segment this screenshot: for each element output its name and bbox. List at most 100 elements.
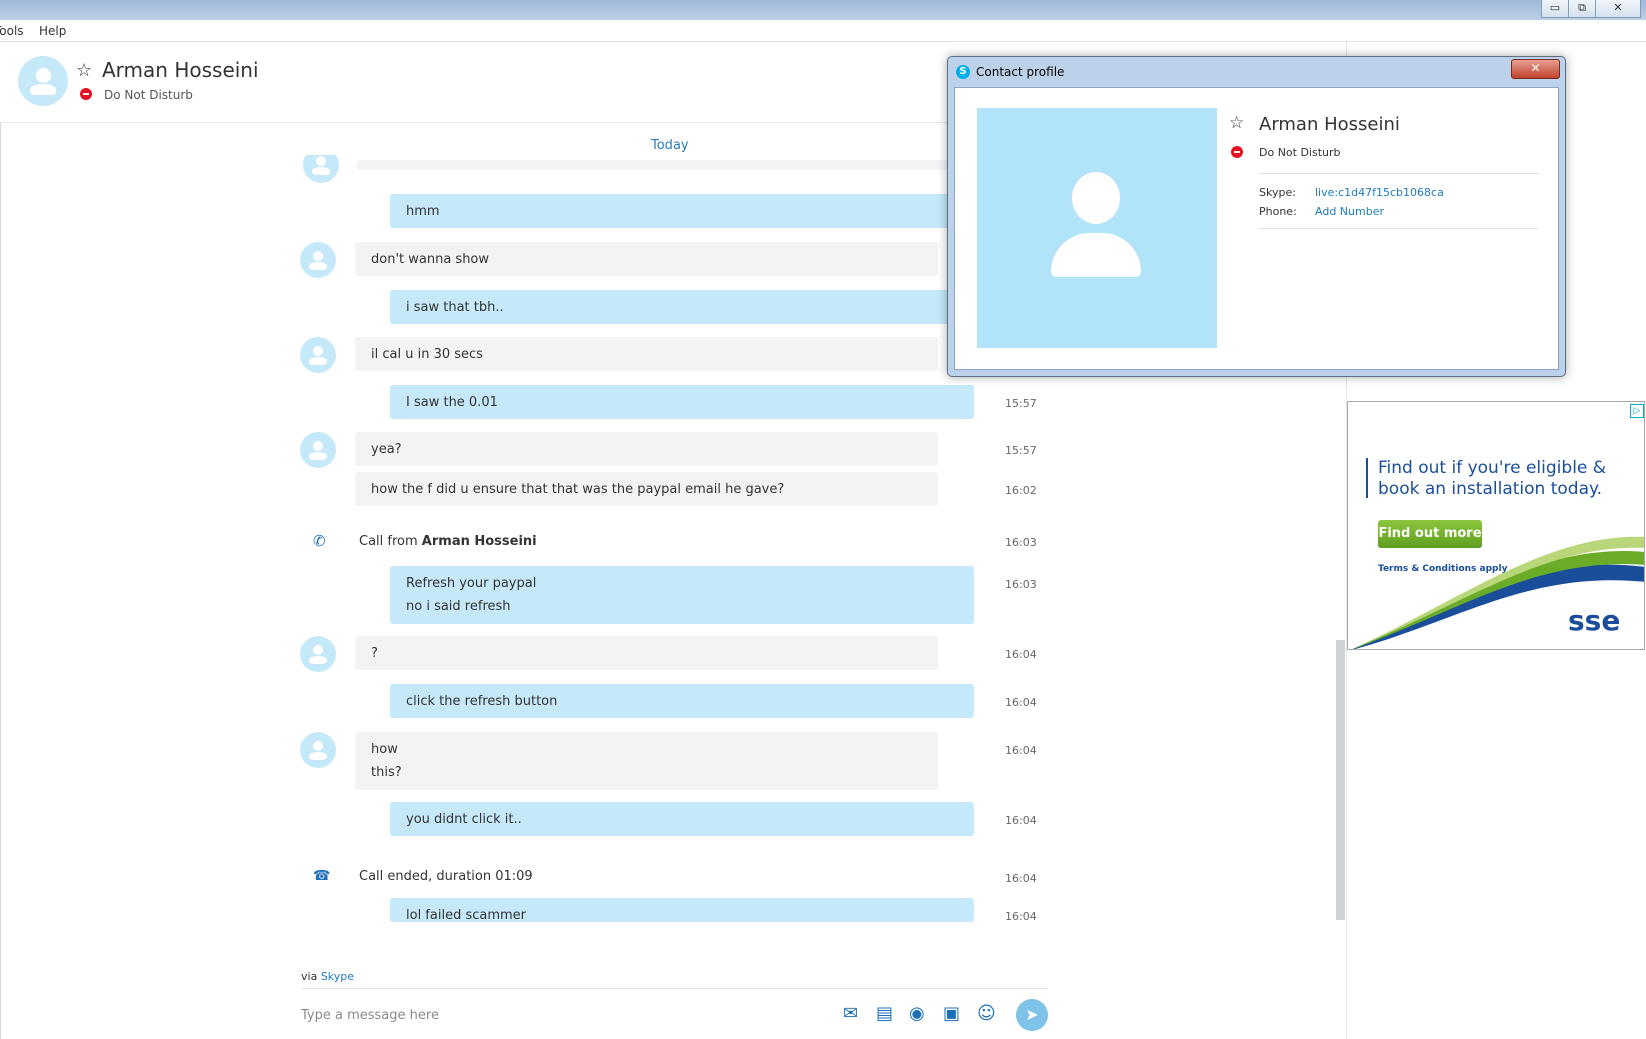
phone-label: Phone: bbox=[1259, 205, 1297, 218]
message-text: click the refresh button bbox=[406, 694, 558, 709]
message-text: hmm bbox=[406, 204, 440, 219]
menu-help[interactable]: Help bbox=[39, 24, 66, 38]
contact-profile-close-button[interactable]: ✕ bbox=[1511, 59, 1560, 79]
advertisement[interactable]: ▷ Find out if you're eligible & book an … bbox=[1347, 401, 1645, 650]
message-input[interactable]: Type a message here bbox=[301, 1008, 439, 1023]
dnd-status-icon bbox=[80, 88, 92, 100]
contact-avatar-small[interactable] bbox=[300, 242, 336, 278]
message-time: 16:04 bbox=[1005, 814, 1037, 827]
profile-placeholder-head bbox=[1072, 172, 1120, 224]
contact-avatar-small bbox=[303, 155, 339, 183]
video-message-icon[interactable]: ◉ bbox=[909, 1004, 925, 1024]
contact-avatar[interactable] bbox=[18, 56, 68, 106]
call-ended-icon: ☎ bbox=[313, 868, 331, 884]
message-bubble[interactable]: i saw that tbh.. bbox=[390, 290, 974, 324]
contact-profile-window: S Contact profile ✕ ☆ Arman Hosseini Do … bbox=[947, 56, 1566, 377]
message-bubble[interactable]: hmm bbox=[390, 194, 974, 228]
profile-name: Arman Hosseini bbox=[1259, 114, 1400, 135]
emoticon-icon[interactable]: ☺ bbox=[977, 1004, 996, 1024]
message-time: 16:04 bbox=[1005, 910, 1037, 923]
via-skype-link[interactable]: Skype bbox=[321, 970, 354, 983]
chat-scrollbar[interactable] bbox=[1336, 640, 1345, 920]
profile-divider bbox=[1259, 173, 1539, 174]
message-bubble[interactable]: il cal u in 30 secs bbox=[355, 337, 938, 371]
message-text: I saw the 0.01 bbox=[406, 395, 498, 410]
left-border bbox=[0, 123, 1, 1039]
message-text: how bbox=[371, 742, 398, 757]
call-ended-event: Call ended, duration 01:09 bbox=[359, 869, 533, 884]
profile-status: Do Not Disturb bbox=[1259, 146, 1341, 159]
contact-profile-title: Contact profile bbox=[976, 65, 1065, 79]
message-time: 16:04 bbox=[1005, 696, 1037, 709]
via-prefix: via bbox=[301, 970, 321, 983]
skype-id-value[interactable]: live:c1d47f15cb1068ca bbox=[1315, 186, 1444, 199]
incoming-call-icon: ✆ bbox=[313, 532, 326, 550]
send-button[interactable]: ➤ bbox=[1016, 999, 1048, 1031]
message-time: 15:57 bbox=[1005, 397, 1037, 410]
profile-divider bbox=[1259, 228, 1539, 229]
message-time: 16:03 bbox=[1005, 536, 1037, 549]
message-text: you didnt click it.. bbox=[406, 812, 522, 827]
sse-logo: sse bbox=[1568, 604, 1620, 637]
send-file-icon[interactable]: ▤ bbox=[876, 1004, 893, 1024]
message-text: il cal u in 30 secs bbox=[371, 347, 483, 362]
message-time: 16:04 bbox=[1005, 744, 1037, 757]
send-icon: ➤ bbox=[1025, 1005, 1039, 1024]
message-bubble[interactable]: how the f did u ensure that that was the… bbox=[355, 472, 938, 506]
contact-name[interactable]: Arman Hosseini bbox=[102, 58, 259, 82]
message-text: ? bbox=[371, 646, 378, 661]
contact-avatar-small[interactable] bbox=[300, 636, 336, 672]
message-bubble[interactable]: click the refresh button bbox=[390, 684, 974, 718]
menubar: Tools Help bbox=[0, 20, 1646, 42]
message-time: 16:03 bbox=[1005, 578, 1037, 591]
profile-picture bbox=[977, 108, 1217, 348]
window-titlebar: ▭ ⧉ ✕ bbox=[0, 0, 1646, 20]
message-text: lol failed scammer bbox=[406, 908, 527, 923]
favorite-star-icon[interactable]: ☆ bbox=[76, 62, 92, 80]
message-text: yea? bbox=[371, 442, 402, 457]
date-divider: Today bbox=[651, 138, 689, 153]
message-time: 16:04 bbox=[1005, 648, 1037, 661]
message-time: 16:04 bbox=[1005, 872, 1037, 885]
restore-button[interactable]: ⧉ bbox=[1568, 0, 1596, 18]
contact-avatar-small[interactable] bbox=[300, 337, 336, 373]
call-from-name[interactable]: Arman Hosseini bbox=[422, 534, 537, 549]
add-number-link[interactable]: Add Number bbox=[1315, 205, 1384, 218]
message-bubble[interactable]: don't wanna show bbox=[355, 242, 938, 276]
skype-label: Skype: bbox=[1259, 186, 1296, 199]
via-label: via Skype bbox=[301, 970, 354, 983]
message-text: i saw that tbh.. bbox=[406, 300, 504, 315]
message-bubble bbox=[357, 160, 947, 170]
profile-placeholder-body bbox=[1051, 233, 1141, 277]
contact-profile-body: ☆ Arman Hosseini Do Not Disturb Skype: l… bbox=[954, 87, 1559, 370]
message-bubble[interactable]: ? bbox=[355, 636, 938, 670]
message-bubble[interactable]: how this? bbox=[355, 732, 938, 790]
contact-card-icon[interactable]: ▣ bbox=[943, 1004, 960, 1024]
call-from-prefix: Call from bbox=[359, 534, 422, 549]
message-bubble[interactable]: you didnt click it.. bbox=[390, 802, 974, 836]
close-window-button[interactable]: ✕ bbox=[1595, 0, 1641, 18]
message-bubble[interactable]: I saw the 0.01 bbox=[390, 385, 974, 419]
message-text: how the f did u ensure that that was the… bbox=[371, 482, 785, 497]
compose-divider bbox=[301, 988, 1048, 989]
message-bubble[interactable]: Refresh your paypal no i said refresh bbox=[390, 566, 974, 624]
contact-status: Do Not Disturb bbox=[104, 88, 193, 102]
message-text: don't wanna show bbox=[371, 252, 490, 267]
contact-avatar-small[interactable] bbox=[300, 732, 336, 768]
skype-logo-icon: S bbox=[956, 65, 970, 79]
message-text: no i said refresh bbox=[406, 599, 511, 614]
profile-favorite-star-icon[interactable]: ☆ bbox=[1229, 114, 1244, 132]
message-time: 16:02 bbox=[1005, 484, 1037, 497]
message-text: this? bbox=[371, 765, 402, 780]
message-text: Refresh your paypal bbox=[406, 576, 537, 591]
call-from-event: Call from Arman Hosseini bbox=[359, 534, 537, 549]
message-time: 15:57 bbox=[1005, 444, 1037, 457]
minimize-button[interactable]: ▭ bbox=[1541, 0, 1569, 18]
message-bubble[interactable]: yea? bbox=[355, 432, 938, 466]
menu-tools[interactable]: Tools bbox=[0, 24, 24, 38]
contact-avatar-small[interactable] bbox=[300, 432, 336, 468]
profile-dnd-icon bbox=[1231, 146, 1243, 158]
message-bubble[interactable]: lol failed scammer bbox=[390, 898, 974, 923]
sse-logo-text: sse bbox=[1568, 604, 1621, 637]
send-contacts-icon[interactable]: ✉ bbox=[843, 1004, 858, 1024]
